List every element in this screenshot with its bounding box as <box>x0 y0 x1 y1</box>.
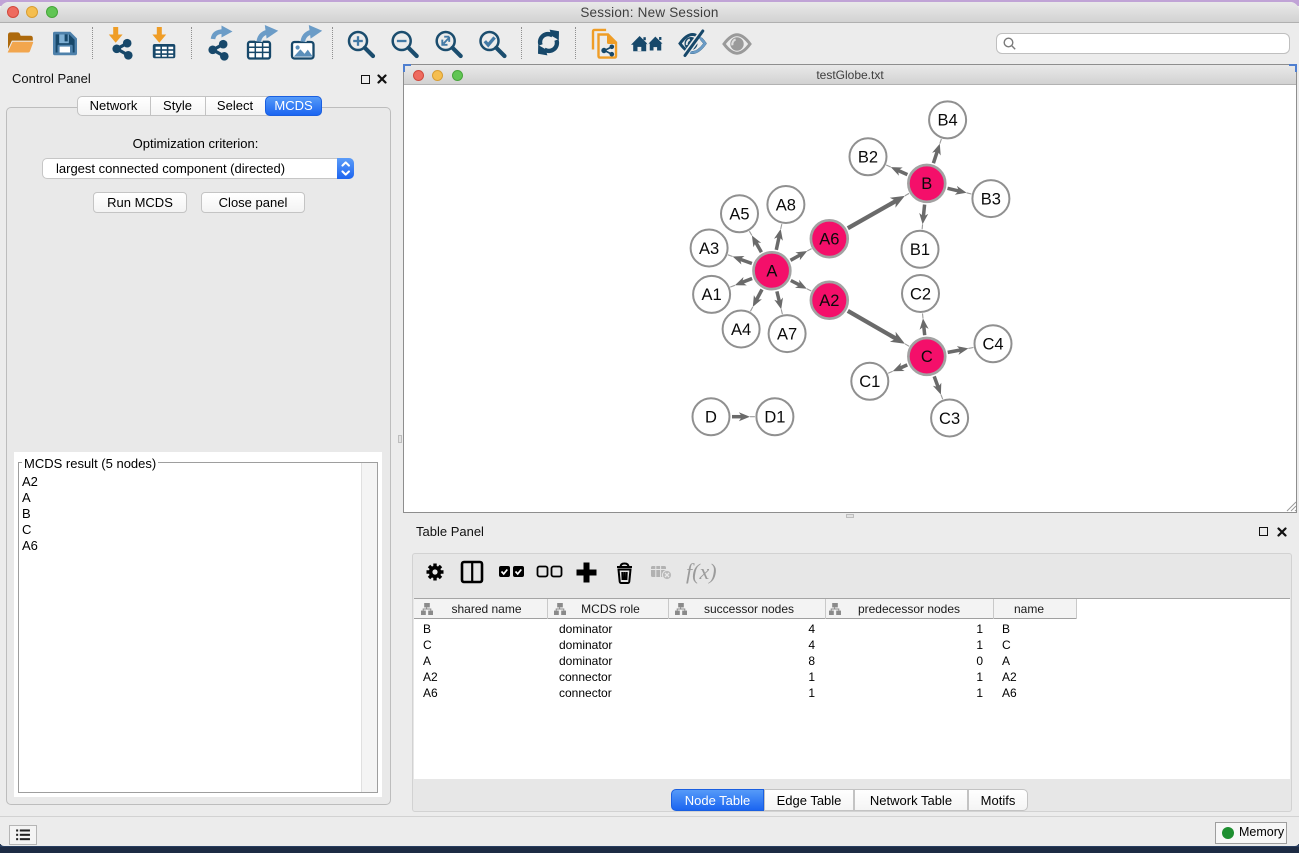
svg-text:B2: B2 <box>858 149 878 167</box>
svg-text:A6: A6 <box>819 231 839 249</box>
svg-text:B3: B3 <box>981 190 1001 208</box>
svg-text:A3: A3 <box>699 240 719 258</box>
svg-text:B1: B1 <box>910 241 930 259</box>
svg-text:A1: A1 <box>702 286 722 304</box>
svg-text:A2: A2 <box>819 292 839 310</box>
svg-text:D1: D1 <box>764 409 785 427</box>
svg-text:A5: A5 <box>729 206 749 224</box>
svg-text:A4: A4 <box>731 321 751 339</box>
svg-text:C2: C2 <box>910 285 931 303</box>
svg-text:f(x): f(x) <box>686 559 717 584</box>
svg-text:A7: A7 <box>777 325 797 343</box>
svg-text:C1: C1 <box>859 373 880 391</box>
svg-text:B4: B4 <box>938 112 958 130</box>
svg-text:A: A <box>766 263 777 281</box>
svg-text:C: C <box>921 348 933 366</box>
svg-text:C4: C4 <box>982 336 1003 354</box>
svg-text:B: B <box>921 175 932 193</box>
svg-text:C3: C3 <box>939 410 960 428</box>
svg-text:D: D <box>705 409 717 427</box>
svg-text:A8: A8 <box>776 196 796 214</box>
